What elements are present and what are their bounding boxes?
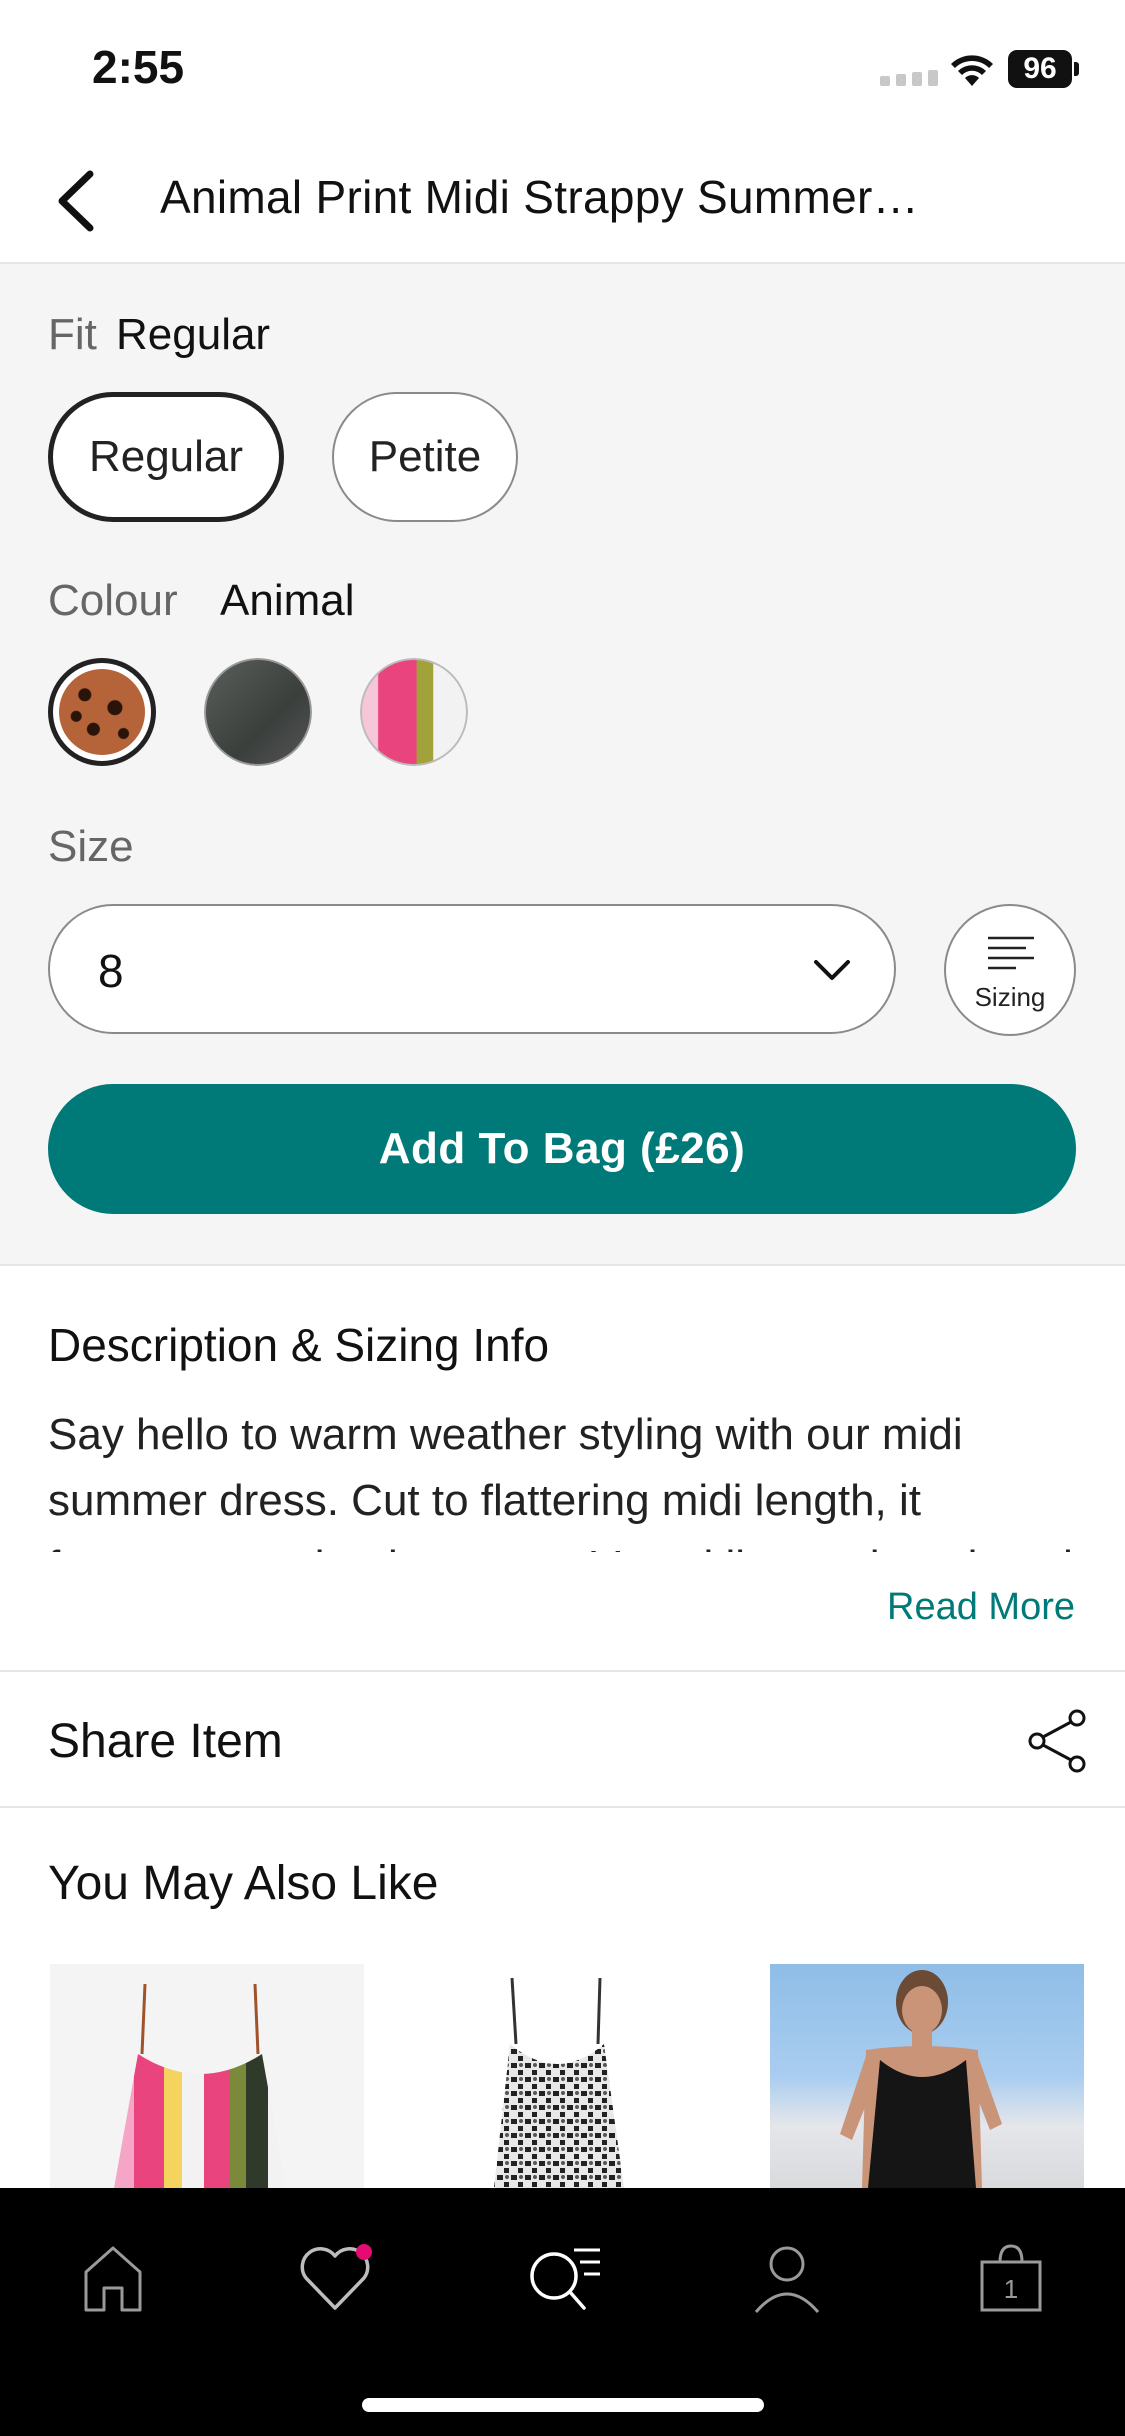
colour-label: Colour xyxy=(48,576,178,625)
share-item-label: Share Item xyxy=(48,1715,283,1768)
recommended-product-2[interactable] xyxy=(412,1964,726,2188)
header: Animal Print Midi Strappy Summer… xyxy=(0,140,1125,264)
wifi-icon xyxy=(951,55,993,86)
fit-option-petite[interactable]: Petite xyxy=(332,392,518,522)
tab-account[interactable] xyxy=(742,2232,832,2322)
page-title: Animal Print Midi Strappy Summer… xyxy=(160,171,919,223)
chevron-down-icon xyxy=(814,960,850,980)
wishlist-badge-dot xyxy=(356,2244,372,2260)
colour-swatch-animal[interactable] xyxy=(48,658,156,766)
cellular-signal-icon xyxy=(880,70,938,86)
colour-swatch-pink-stripe[interactable] xyxy=(360,658,468,766)
colour-selected-value: Animal xyxy=(220,576,355,625)
recommendations-title: You May Also Like xyxy=(48,1857,439,1910)
chevron-left-icon xyxy=(58,170,94,232)
status-bar: 2:55 96 xyxy=(0,0,1125,140)
striped-dress-image xyxy=(114,1983,286,2188)
bag-icon: 1 xyxy=(980,2244,1042,2312)
battery-tip xyxy=(1074,62,1079,76)
sizing-guide-button[interactable]: Sizing xyxy=(944,904,1076,1036)
fit-option-regular[interactable]: Regular xyxy=(48,392,284,522)
sizing-label: Sizing xyxy=(974,982,1046,1012)
search-icon xyxy=(530,2248,600,2310)
size-label: Size xyxy=(48,822,134,871)
share-item-row[interactable]: Share Item xyxy=(0,1674,1125,1808)
product-options-panel: Fit Regular Regular Petite Colour Animal… xyxy=(0,264,1125,1266)
dark-print-swatch-image xyxy=(204,658,312,766)
fit-label: Fit xyxy=(48,310,97,359)
description-section: Description & Sizing Info Say hello to w… xyxy=(0,1268,1125,1672)
tab-home[interactable] xyxy=(68,2232,158,2322)
tab-wishlist[interactable] xyxy=(290,2232,380,2322)
recommended-product-3[interactable] xyxy=(770,1964,1084,2188)
black-dress-model-image xyxy=(840,1970,1002,2188)
size-dropdown[interactable]: 8 xyxy=(48,904,896,1034)
read-more-link[interactable]: Read More xyxy=(887,1586,1075,1629)
account-icon xyxy=(754,2246,820,2313)
back-button[interactable] xyxy=(40,166,110,236)
description-title: Description & Sizing Info xyxy=(48,1319,550,1371)
battery-icon: 96 xyxy=(1008,50,1072,88)
bag-count: 1 xyxy=(1004,2274,1018,2304)
description-body: Say hello to warm weather styling with o… xyxy=(48,1410,1073,1552)
size-selected-value: 8 xyxy=(98,945,124,997)
animal-print-swatch-image xyxy=(59,669,145,755)
tab-search[interactable] xyxy=(518,2232,608,2322)
share-icon[interactable] xyxy=(1025,1708,1089,1774)
tab-bag[interactable]: 1 xyxy=(966,2232,1056,2322)
colour-swatch-dark[interactable] xyxy=(204,658,312,766)
pink-stripe-swatch-image xyxy=(360,658,468,766)
add-to-bag-button[interactable]: Add To Bag (£26) xyxy=(48,1084,1076,1214)
monochrome-dress-image xyxy=(494,1977,624,2188)
home-indicator xyxy=(362,2398,764,2412)
sizing-lines-icon xyxy=(988,936,1034,970)
fit-selected-value: Regular xyxy=(116,310,271,359)
home-icon xyxy=(84,2246,142,2312)
status-time: 2:55 xyxy=(92,41,185,93)
recommended-product-1[interactable] xyxy=(50,1964,364,2188)
